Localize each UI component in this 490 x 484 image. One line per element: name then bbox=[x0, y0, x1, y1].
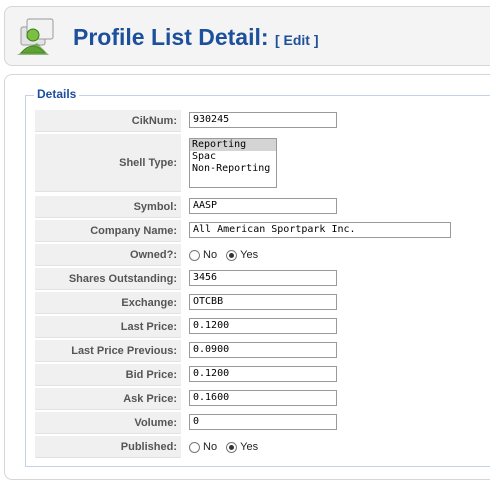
page-title-text: Profile List Detail: bbox=[73, 24, 269, 50]
details-panel: Details CikNum: 930245 Shell Type: Repor… bbox=[4, 74, 490, 480]
row-ciknum: CikNum: 930245 bbox=[35, 110, 490, 132]
edit-bracket-open: [ bbox=[274, 32, 284, 48]
volume-field[interactable]: 0 bbox=[189, 414, 337, 430]
bid-price-label: Bid Price: bbox=[35, 364, 181, 386]
row-symbol: Symbol: AASP bbox=[35, 196, 490, 218]
details-legend: Details bbox=[34, 87, 80, 101]
owned-yes-radio[interactable] bbox=[226, 249, 238, 261]
company-name-field[interactable]: All American Sportpark Inc. bbox=[189, 222, 451, 238]
profile-users-icon bbox=[13, 13, 63, 61]
shell-type-listbox[interactable]: Reporting Spac Non-Reporting bbox=[189, 138, 277, 188]
owned-no-label: No bbox=[203, 249, 218, 262]
published-yes-label: Yes bbox=[240, 441, 259, 454]
edit-bracket-close: ] bbox=[309, 32, 319, 48]
shell-type-option-non-reporting[interactable]: Non-Reporting bbox=[190, 163, 276, 175]
published-radio-group: No Yes bbox=[189, 441, 264, 453]
symbol-field[interactable]: AASP bbox=[189, 198, 337, 214]
last-price-label: Last Price: bbox=[35, 316, 181, 338]
published-yes-radio[interactable] bbox=[226, 441, 238, 453]
row-last-price-previous: Last Price Previous: 0.0900 bbox=[35, 340, 490, 362]
owned-yes-label: Yes bbox=[240, 249, 259, 262]
edit-link-wrapper: [ Edit ] bbox=[275, 32, 319, 48]
edit-link[interactable]: Edit bbox=[284, 32, 310, 48]
ciknum-field[interactable]: 930245 bbox=[189, 112, 337, 128]
row-shell-type: Shell Type: Reporting Spac Non-Reporting bbox=[35, 134, 490, 192]
published-no-label: No bbox=[203, 441, 218, 454]
details-fieldset: Details CikNum: 930245 Shell Type: Repor… bbox=[25, 87, 490, 467]
owned-no-radio[interactable] bbox=[189, 249, 200, 261]
row-exchange: Exchange: OTCBB bbox=[35, 292, 490, 314]
row-last-price: Last Price: 0.1200 bbox=[35, 316, 490, 338]
shares-outstanding-field[interactable]: 3456 bbox=[189, 270, 337, 286]
row-bid-price: Bid Price: 0.1200 bbox=[35, 364, 490, 386]
published-no-radio[interactable] bbox=[189, 441, 200, 453]
page-title: Profile List Detail: [ Edit ] bbox=[73, 24, 319, 51]
exchange-label: Exchange: bbox=[35, 292, 181, 314]
last-price-field[interactable]: 0.1200 bbox=[189, 318, 337, 334]
symbol-label: Symbol: bbox=[35, 196, 181, 218]
row-owned: Owned?: No Yes bbox=[35, 244, 490, 266]
ask-price-field[interactable]: 0.1600 bbox=[189, 390, 337, 406]
exchange-field[interactable]: OTCBB bbox=[189, 294, 337, 310]
row-ask-price: Ask Price: 0.1600 bbox=[35, 388, 490, 410]
ciknum-label: CikNum: bbox=[35, 110, 181, 132]
bid-price-field[interactable]: 0.1200 bbox=[189, 366, 337, 382]
volume-label: Volume: bbox=[35, 412, 181, 434]
row-shares-outstanding: Shares Outstanding: 3456 bbox=[35, 268, 490, 290]
company-name-label: Company Name: bbox=[35, 220, 181, 242]
owned-radio-group: No Yes bbox=[189, 249, 264, 261]
page-header: Profile List Detail: [ Edit ] bbox=[4, 6, 490, 66]
row-volume: Volume: 0 bbox=[35, 412, 490, 434]
shell-type-option-reporting[interactable]: Reporting bbox=[190, 139, 276, 151]
last-price-previous-field[interactable]: 0.0900 bbox=[189, 342, 337, 358]
ask-price-label: Ask Price: bbox=[35, 388, 181, 410]
published-label: Published: bbox=[35, 436, 181, 458]
last-price-previous-label: Last Price Previous: bbox=[35, 340, 181, 362]
shares-outstanding-label: Shares Outstanding: bbox=[35, 268, 181, 290]
shell-type-label: Shell Type: bbox=[35, 134, 181, 192]
shell-type-option-spac[interactable]: Spac bbox=[190, 151, 276, 163]
owned-label: Owned?: bbox=[35, 244, 181, 266]
row-published: Published: No Yes bbox=[35, 436, 490, 458]
row-company-name: Company Name: All American Sportpark Inc… bbox=[35, 220, 490, 242]
